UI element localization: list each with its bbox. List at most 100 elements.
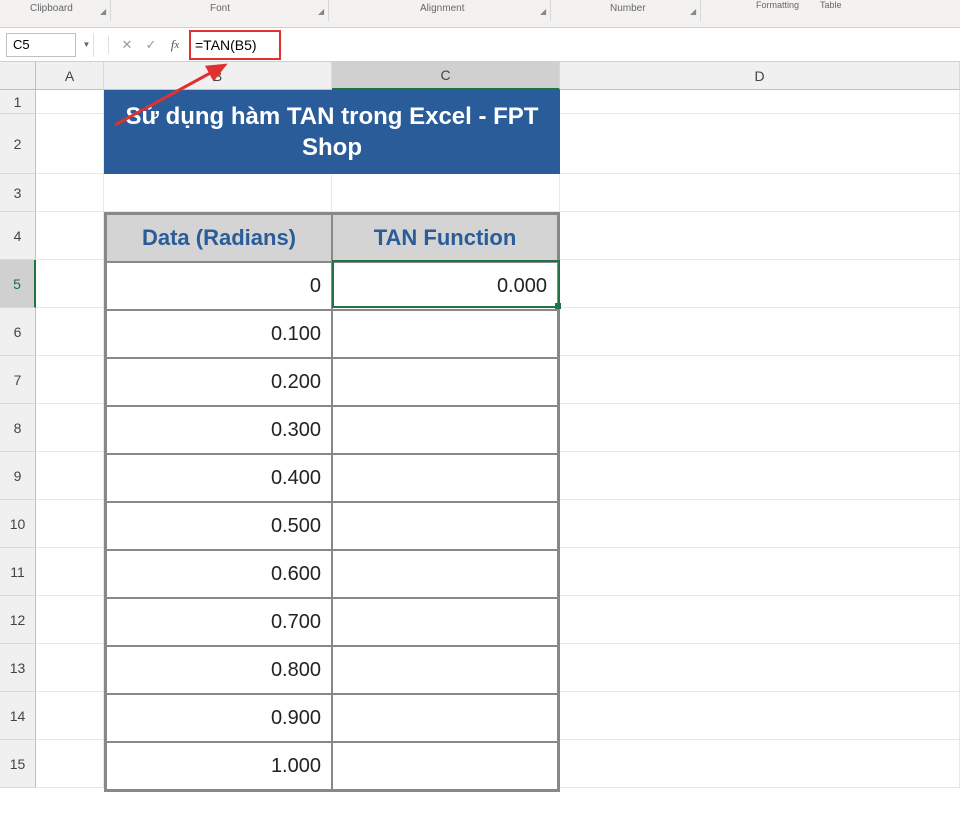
cell-D12[interactable] bbox=[560, 596, 960, 644]
dialog-launcher-icon[interactable]: ◢ bbox=[318, 7, 324, 16]
row-header-1[interactable]: 1 bbox=[0, 90, 36, 114]
cell-A10[interactable] bbox=[36, 500, 104, 548]
table-cell-data[interactable]: 1.000 bbox=[106, 742, 332, 790]
row-header-14[interactable]: 14 bbox=[0, 692, 36, 740]
table-row: 0.300 bbox=[106, 406, 558, 454]
table-cell-data[interactable]: 0.300 bbox=[106, 406, 332, 454]
cell-D14[interactable] bbox=[560, 692, 960, 740]
table-cell-data[interactable]: 0.800 bbox=[106, 646, 332, 694]
name-box-value: C5 bbox=[13, 37, 30, 52]
cell-A11[interactable] bbox=[36, 548, 104, 596]
cell-A12[interactable] bbox=[36, 596, 104, 644]
ribbon-item-formatting[interactable]: Formatting bbox=[756, 0, 799, 10]
row-header-5[interactable]: 5 bbox=[0, 260, 36, 308]
row-headers: 123456789101112131415 bbox=[0, 90, 36, 788]
cell-D2[interactable] bbox=[560, 114, 960, 174]
row-header-12[interactable]: 12 bbox=[0, 596, 36, 644]
row-header-4[interactable]: 4 bbox=[0, 212, 36, 260]
table-row: 0.700 bbox=[106, 598, 558, 646]
table-cell-data[interactable]: 0.500 bbox=[106, 502, 332, 550]
table-cell-tan[interactable] bbox=[332, 406, 558, 454]
table-cell-tan[interactable] bbox=[332, 550, 558, 598]
table-cell-data[interactable]: 0.200 bbox=[106, 358, 332, 406]
cell-A8[interactable] bbox=[36, 404, 104, 452]
dialog-launcher-icon[interactable]: ◢ bbox=[690, 7, 696, 16]
row-header-15[interactable]: 15 bbox=[0, 740, 36, 788]
cell-A9[interactable] bbox=[36, 452, 104, 500]
table-cell-tan[interactable] bbox=[332, 742, 558, 790]
cell-A1[interactable] bbox=[36, 90, 104, 114]
table-cell-tan[interactable] bbox=[332, 454, 558, 502]
cell-D11[interactable] bbox=[560, 548, 960, 596]
row-header-6[interactable]: 6 bbox=[0, 308, 36, 356]
table-cell-data[interactable]: 0 bbox=[106, 262, 332, 310]
ribbon-group-alignment: Alignment bbox=[420, 3, 464, 14]
column-header-C[interactable]: C bbox=[332, 62, 560, 90]
row-header-10[interactable]: 10 bbox=[0, 500, 36, 548]
table-cell-data[interactable]: 0.900 bbox=[106, 694, 332, 742]
cell-D5[interactable] bbox=[560, 260, 960, 308]
table-cell-tan[interactable] bbox=[332, 358, 558, 406]
cancel-icon[interactable]: ✕ bbox=[117, 35, 137, 55]
row-header-8[interactable]: 8 bbox=[0, 404, 36, 452]
cell-A5[interactable] bbox=[36, 260, 104, 308]
row-header-7[interactable]: 7 bbox=[0, 356, 36, 404]
row-header-9[interactable]: 9 bbox=[0, 452, 36, 500]
cell-D3[interactable] bbox=[560, 174, 960, 212]
cell-A7[interactable] bbox=[36, 356, 104, 404]
name-box[interactable]: C5 bbox=[6, 33, 76, 57]
cell-D15[interactable] bbox=[560, 740, 960, 788]
cell-A14[interactable] bbox=[36, 692, 104, 740]
table-cell-data[interactable]: 0.600 bbox=[106, 550, 332, 598]
table-header-tan[interactable]: TAN Function bbox=[332, 214, 558, 262]
cell-C3[interactable] bbox=[332, 174, 560, 212]
ribbon-item-table[interactable]: Table bbox=[820, 0, 842, 10]
ribbon-group-clipboard: Clipboard bbox=[30, 3, 73, 14]
name-box-dropdown-icon[interactable]: ▼ bbox=[80, 33, 94, 57]
table-cell-tan[interactable] bbox=[332, 694, 558, 742]
ribbon-group-number: Number bbox=[610, 3, 646, 14]
row-header-2[interactable]: 2 bbox=[0, 114, 36, 174]
column-header-B[interactable]: B bbox=[104, 62, 332, 90]
cell-A2[interactable] bbox=[36, 114, 104, 174]
table-row: 00.000 bbox=[106, 262, 558, 310]
table-cell-data[interactable]: 0.100 bbox=[106, 310, 332, 358]
table-cell-tan[interactable] bbox=[332, 646, 558, 694]
row-header-13[interactable]: 13 bbox=[0, 644, 36, 692]
column-header-A[interactable]: A bbox=[36, 62, 104, 90]
table-cell-tan[interactable] bbox=[332, 502, 558, 550]
cell-A13[interactable] bbox=[36, 644, 104, 692]
row-header-11[interactable]: 11 bbox=[0, 548, 36, 596]
cell-A4[interactable] bbox=[36, 212, 104, 260]
enter-icon[interactable]: ✓ bbox=[141, 35, 161, 55]
dialog-launcher-icon[interactable]: ◢ bbox=[540, 7, 546, 16]
column-header-D[interactable]: D bbox=[560, 62, 960, 90]
cell-A3[interactable] bbox=[36, 174, 104, 212]
row-header-3[interactable]: 3 bbox=[0, 174, 36, 212]
table-cell-tan[interactable] bbox=[332, 310, 558, 358]
cell-D4[interactable] bbox=[560, 212, 960, 260]
formula-input[interactable]: =TAN(B5) bbox=[189, 33, 954, 57]
table-cell-data[interactable]: 0.400 bbox=[106, 454, 332, 502]
ribbon-group-font: Font bbox=[210, 3, 230, 14]
table-cell-data[interactable]: 0.700 bbox=[106, 598, 332, 646]
cell-D6[interactable] bbox=[560, 308, 960, 356]
select-all-corner[interactable] bbox=[0, 62, 36, 90]
cell-D7[interactable] bbox=[560, 356, 960, 404]
cell-D9[interactable] bbox=[560, 452, 960, 500]
cell-D1[interactable] bbox=[560, 90, 960, 114]
dialog-launcher-icon[interactable]: ◢ bbox=[100, 7, 106, 16]
cell-D13[interactable] bbox=[560, 644, 960, 692]
table-row: 0.800 bbox=[106, 646, 558, 694]
cell-B3[interactable] bbox=[104, 174, 332, 212]
cell-A15[interactable] bbox=[36, 740, 104, 788]
separator bbox=[108, 36, 109, 54]
cell-D8[interactable] bbox=[560, 404, 960, 452]
cells-area[interactable]: Sử dụng hàm TAN trong Excel - FPT Shop D… bbox=[36, 90, 960, 788]
table-cell-tan[interactable] bbox=[332, 598, 558, 646]
table-cell-tan[interactable]: 0.000 bbox=[332, 262, 558, 310]
fx-icon[interactable]: fx bbox=[165, 35, 185, 55]
cell-D10[interactable] bbox=[560, 500, 960, 548]
table-header-data[interactable]: Data (Radians) bbox=[106, 214, 332, 262]
cell-A6[interactable] bbox=[36, 308, 104, 356]
